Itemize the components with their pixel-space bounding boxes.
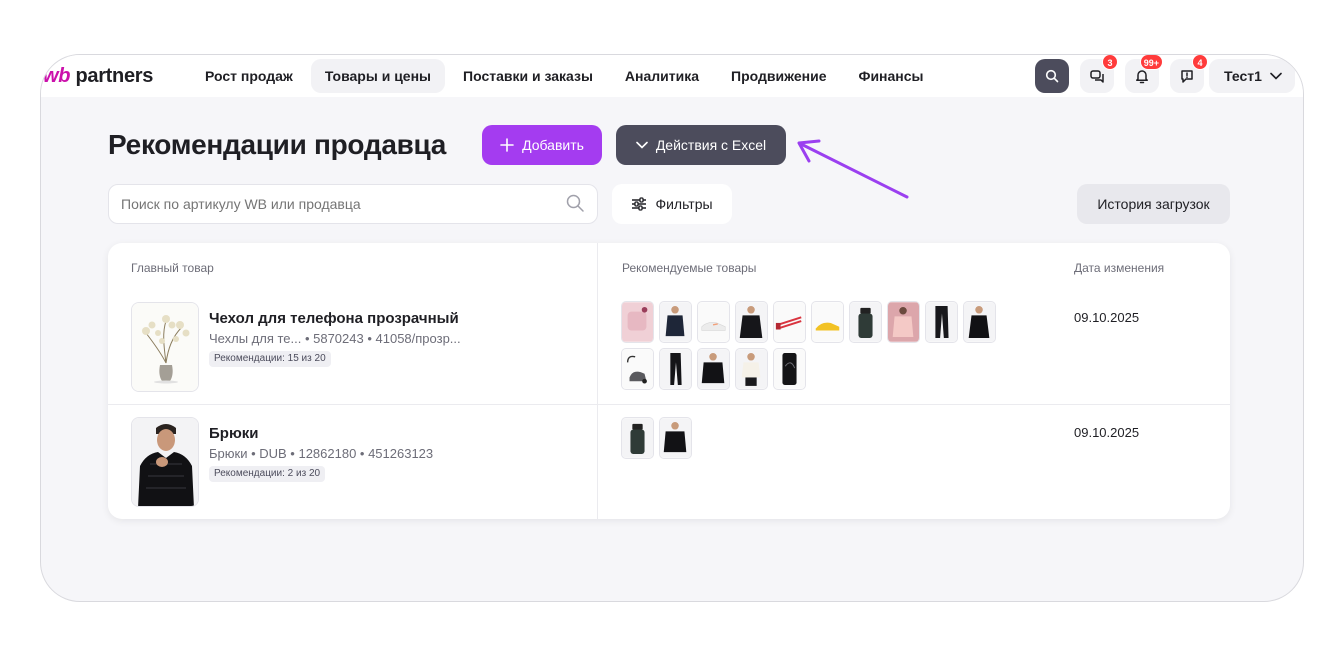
chat-icon xyxy=(1090,70,1104,83)
recommended-thumbnail[interactable] xyxy=(963,301,996,343)
notifications-badge: 99+ xyxy=(1139,55,1163,70)
support-badge: 4 xyxy=(1192,55,1208,70)
upload-history-button[interactable]: История загрузок xyxy=(1077,184,1230,224)
header-date-modified: Дата изменения xyxy=(1074,261,1165,275)
recommended-thumbnail[interactable] xyxy=(621,301,654,343)
recommended-thumbnail[interactable] xyxy=(811,301,844,343)
add-button-label: Добавить xyxy=(522,137,584,153)
nav-item-supplies-orders[interactable]: Поставки и заказы xyxy=(449,59,607,93)
product-name[interactable]: Брюки xyxy=(209,425,258,442)
nav-item-promotion[interactable]: Продвижение xyxy=(717,59,840,93)
recommended-thumbnail[interactable] xyxy=(621,348,654,390)
main-nav: Рост продаж Товары и цены Поставки и зак… xyxy=(191,59,938,93)
table-row[interactable]: Брюки Брюки • DUB • 12862180 • 451263123… xyxy=(108,417,1230,509)
page-title: Рекомендации продавца xyxy=(108,129,447,160)
recommendations-table: Главный товар Рекомендуемые товары Дата … xyxy=(108,243,1230,519)
recommended-thumbnail[interactable] xyxy=(659,348,692,390)
excel-actions-label: Действия с Excel xyxy=(655,137,767,153)
recommended-thumbnail[interactable] xyxy=(621,417,654,459)
recommended-thumbnail[interactable] xyxy=(773,301,806,343)
product-meta: Брюки • DUB • 12862180 • 451263123 xyxy=(209,446,434,461)
table-row[interactable]: Чехол для телефона прозрачный Чехлы для … xyxy=(108,301,1230,401)
nav-item-products-prices[interactable]: Товары и цены xyxy=(310,59,446,93)
recommended-thumbnail[interactable] xyxy=(697,301,730,343)
nav-item-sales-growth[interactable]: Рост продаж xyxy=(191,59,307,93)
recommended-thumbnail[interactable] xyxy=(735,301,768,343)
recommended-thumbnail[interactable] xyxy=(659,417,692,459)
app-window: wb partners Рост продаж Товары и цены По… xyxy=(40,54,1304,602)
man-jacket-image xyxy=(132,418,198,506)
add-button[interactable]: Добавить xyxy=(482,125,602,165)
excel-actions-button[interactable]: Действия с Excel xyxy=(616,125,786,165)
search-icon xyxy=(566,194,584,212)
nav-item-analytics[interactable]: Аналитика xyxy=(611,59,713,93)
recommended-thumbnail[interactable] xyxy=(773,348,806,390)
global-search-button[interactable] xyxy=(1035,59,1069,93)
recommended-thumbnail[interactable] xyxy=(735,348,768,390)
filters-label: Фильтры xyxy=(655,196,713,212)
top-navigation: wb partners Рост продаж Товары и цены По… xyxy=(41,55,1303,97)
row-divider xyxy=(108,404,1230,405)
date-modified: 09.10.2025 xyxy=(1074,310,1140,325)
plus-icon xyxy=(500,138,514,152)
header-recommended-products: Рекомендуемые товары xyxy=(622,261,757,275)
search-icon xyxy=(1045,69,1059,83)
product-meta: Чехлы для те... • 5870243 • 41058/прозр.… xyxy=(209,331,461,346)
recommended-thumbnail[interactable] xyxy=(887,301,920,343)
search-input[interactable] xyxy=(108,184,598,224)
recommended-thumbnails xyxy=(621,301,1001,390)
user-menu[interactable]: Тест1 xyxy=(1209,59,1295,93)
recommended-thumbnail[interactable] xyxy=(697,348,730,390)
chat-badge: 3 xyxy=(1102,55,1118,70)
recommended-thumbnails xyxy=(621,417,1001,459)
user-name: Тест1 xyxy=(1224,68,1262,84)
vase-flowers-image xyxy=(132,303,198,391)
recommended-thumbnail[interactable] xyxy=(659,301,692,343)
sliders-icon xyxy=(632,197,647,211)
chevron-down-icon xyxy=(1270,72,1282,80)
product-name[interactable]: Чехол для телефона прозрачный xyxy=(209,310,459,327)
product-image[interactable] xyxy=(131,417,199,507)
pointer-arrow xyxy=(797,139,909,199)
header-main-product: Главный товар xyxy=(131,261,214,275)
support-button[interactable]: 4 xyxy=(1170,55,1208,93)
product-image[interactable] xyxy=(131,302,199,392)
chevron-down-icon xyxy=(636,141,648,149)
recommended-thumbnail[interactable] xyxy=(925,301,958,343)
wb-partners-logo[interactable]: wb partners xyxy=(43,65,153,88)
date-modified: 09.10.2025 xyxy=(1074,425,1140,440)
recommended-thumbnail[interactable] xyxy=(849,301,882,343)
chat-button[interactable]: 3 xyxy=(1080,55,1118,93)
recommendations-count-badge: Рекомендации: 2 из 20 xyxy=(209,466,326,482)
nav-item-finance[interactable]: Финансы xyxy=(845,59,938,93)
notifications-button[interactable]: 99+ xyxy=(1125,55,1163,93)
recommendations-count-badge: Рекомендации: 15 из 20 xyxy=(209,351,331,367)
bell-icon xyxy=(1136,70,1148,84)
filters-button[interactable]: Фильтры xyxy=(612,184,732,224)
support-chat-icon xyxy=(1181,70,1193,83)
